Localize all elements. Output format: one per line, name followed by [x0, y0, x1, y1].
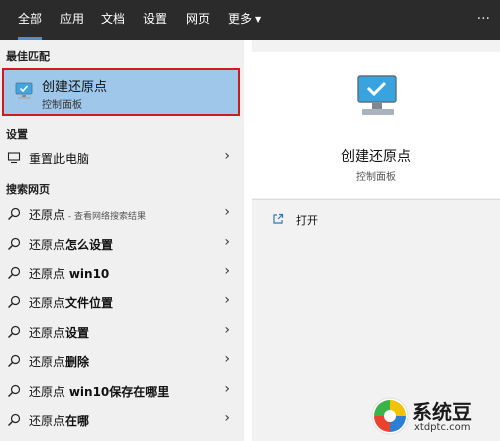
- web-result-prefix: 还原点: [29, 267, 69, 281]
- detail-header: 创建还原点 控制面板: [252, 52, 500, 198]
- best-match-subtitle: 控制面板: [42, 100, 82, 111]
- search-icon: [8, 266, 21, 279]
- web-result-prefix: 还原点: [29, 296, 66, 310]
- chevron-right-icon[interactable]: ›: [224, 234, 230, 250]
- watermark: 系统豆 xtdptc.com: [370, 394, 500, 441]
- web-result-row[interactable]: 还原点在哪 ›: [0, 406, 244, 434]
- open-external-icon: [273, 213, 284, 224]
- web-result-row[interactable]: 还原点 win10保存在哪里 ›: [0, 377, 244, 405]
- section-web: 搜索网页: [6, 183, 50, 196]
- watermark-url: xtdptc.com: [414, 422, 471, 433]
- web-result-bold: 文件位置: [65, 296, 114, 310]
- web-result-label: 还原点 win10: [29, 265, 109, 282]
- monitor-check-icon: [15, 82, 33, 99]
- chevron-down-icon: ▼: [255, 15, 262, 24]
- settings-item-label: 重置此电脑: [29, 152, 90, 166]
- chevron-right-icon[interactable]: ›: [224, 148, 230, 164]
- tab-settings-label: 设置: [143, 12, 168, 26]
- web-result-label: 还原点删除: [29, 353, 89, 370]
- chevron-right-icon[interactable]: ›: [224, 381, 230, 397]
- web-result-row[interactable]: 还原点设置 ›: [0, 318, 244, 346]
- web-result-row[interactable]: 还原点怎么设置 ›: [0, 230, 244, 258]
- best-match-item[interactable]: 创建还原点 控制面板: [2, 68, 240, 116]
- web-result-prefix: 还原点: [29, 208, 66, 222]
- web-result-label: 还原点文件位置: [29, 294, 113, 311]
- web-result-row[interactable]: 还原点删除 ›: [0, 347, 244, 375]
- tab-settings[interactable]: 设置: [143, 0, 167, 40]
- search-icon: [8, 413, 21, 426]
- tab-all[interactable]: 全部: [18, 0, 43, 40]
- web-result-prefix: 还原点: [29, 385, 69, 399]
- tab-more-label: 更多: [228, 12, 253, 26]
- web-result-bold: win10: [68, 267, 110, 281]
- search-icon: [8, 384, 21, 397]
- section-best-match: 最佳匹配: [6, 50, 50, 63]
- web-result-bold: 怎么设置: [65, 238, 114, 252]
- web-result-row[interactable]: 还原点 - 查看网络搜索结果 ›: [0, 200, 244, 228]
- settings-item-reset-pc[interactable]: 重置此电脑 ›: [0, 144, 244, 172]
- search-icon: [8, 354, 21, 367]
- detail-panel: 创建还原点 控制面板 打开: [252, 40, 500, 441]
- monitor-check-icon: [357, 75, 397, 115]
- web-result-row[interactable]: 还原点 win10 ›: [0, 259, 244, 287]
- web-result-label: 还原点 - 查看网络搜索结果: [29, 206, 146, 223]
- chevron-right-icon[interactable]: ›: [224, 351, 230, 367]
- web-result-bold: 设置: [65, 326, 90, 340]
- watermark-name: 系统豆: [412, 400, 472, 424]
- web-result-prefix: 还原点: [29, 238, 66, 252]
- search-icon: [8, 207, 21, 220]
- tab-documents[interactable]: 文档: [101, 0, 125, 40]
- best-match-title: 创建还原点: [42, 80, 108, 95]
- web-result-prefix: 还原点: [29, 414, 66, 428]
- web-result-bold: win10保存在哪里: [68, 385, 170, 399]
- chevron-right-icon[interactable]: ›: [224, 292, 230, 308]
- web-result-label: 还原点 win10保存在哪里: [29, 383, 169, 400]
- results-panel: 最佳匹配 创建还原点 控制面板 设置 重置此电脑 › 搜索网页 还原点 - 查看…: [0, 40, 244, 441]
- detail-subtitle: 控制面板: [356, 172, 396, 183]
- divider: [252, 199, 500, 200]
- search-tab-bar: 全部 应用 文档 设置 网页 更多 ▼ ···: [0, 0, 500, 40]
- web-result-bold: 在哪: [65, 414, 90, 428]
- section-settings: 设置: [6, 128, 28, 141]
- tab-more[interactable]: 更多 ▼: [228, 0, 261, 40]
- chevron-right-icon[interactable]: ›: [224, 410, 230, 426]
- web-result-prefix: 还原点: [29, 355, 66, 369]
- chevron-right-icon[interactable]: ›: [224, 322, 230, 338]
- search-icon: [8, 237, 21, 250]
- tab-apps[interactable]: 应用: [60, 0, 84, 40]
- web-result-label: 还原点怎么设置: [29, 236, 113, 253]
- open-action-label: 打开: [296, 214, 318, 227]
- chevron-right-icon[interactable]: ›: [224, 263, 230, 279]
- web-result-hint: - 查看网络搜索结果: [65, 212, 146, 222]
- web-result-label: 还原点在哪: [29, 412, 89, 429]
- chevron-right-icon[interactable]: ›: [224, 204, 230, 220]
- more-options-icon[interactable]: ···: [477, 0, 490, 40]
- web-result-row[interactable]: 还原点文件位置 ›: [0, 288, 244, 316]
- web-result-bold: 删除: [65, 355, 90, 369]
- web-result-prefix: 还原点: [29, 326, 66, 340]
- pc-icon: [7, 152, 21, 164]
- search-icon: [8, 325, 21, 338]
- tab-apps-label: 应用: [60, 12, 85, 26]
- search-icon: [8, 295, 21, 308]
- tab-web[interactable]: 网页: [186, 0, 210, 40]
- tab-web-label: 网页: [186, 12, 211, 26]
- tab-documents-label: 文档: [101, 12, 126, 26]
- tab-all-label: 全部: [18, 12, 43, 26]
- detail-title: 创建还原点: [341, 149, 411, 165]
- web-result-label: 还原点设置: [29, 324, 89, 341]
- watermark-logo-icon: [371, 397, 409, 435]
